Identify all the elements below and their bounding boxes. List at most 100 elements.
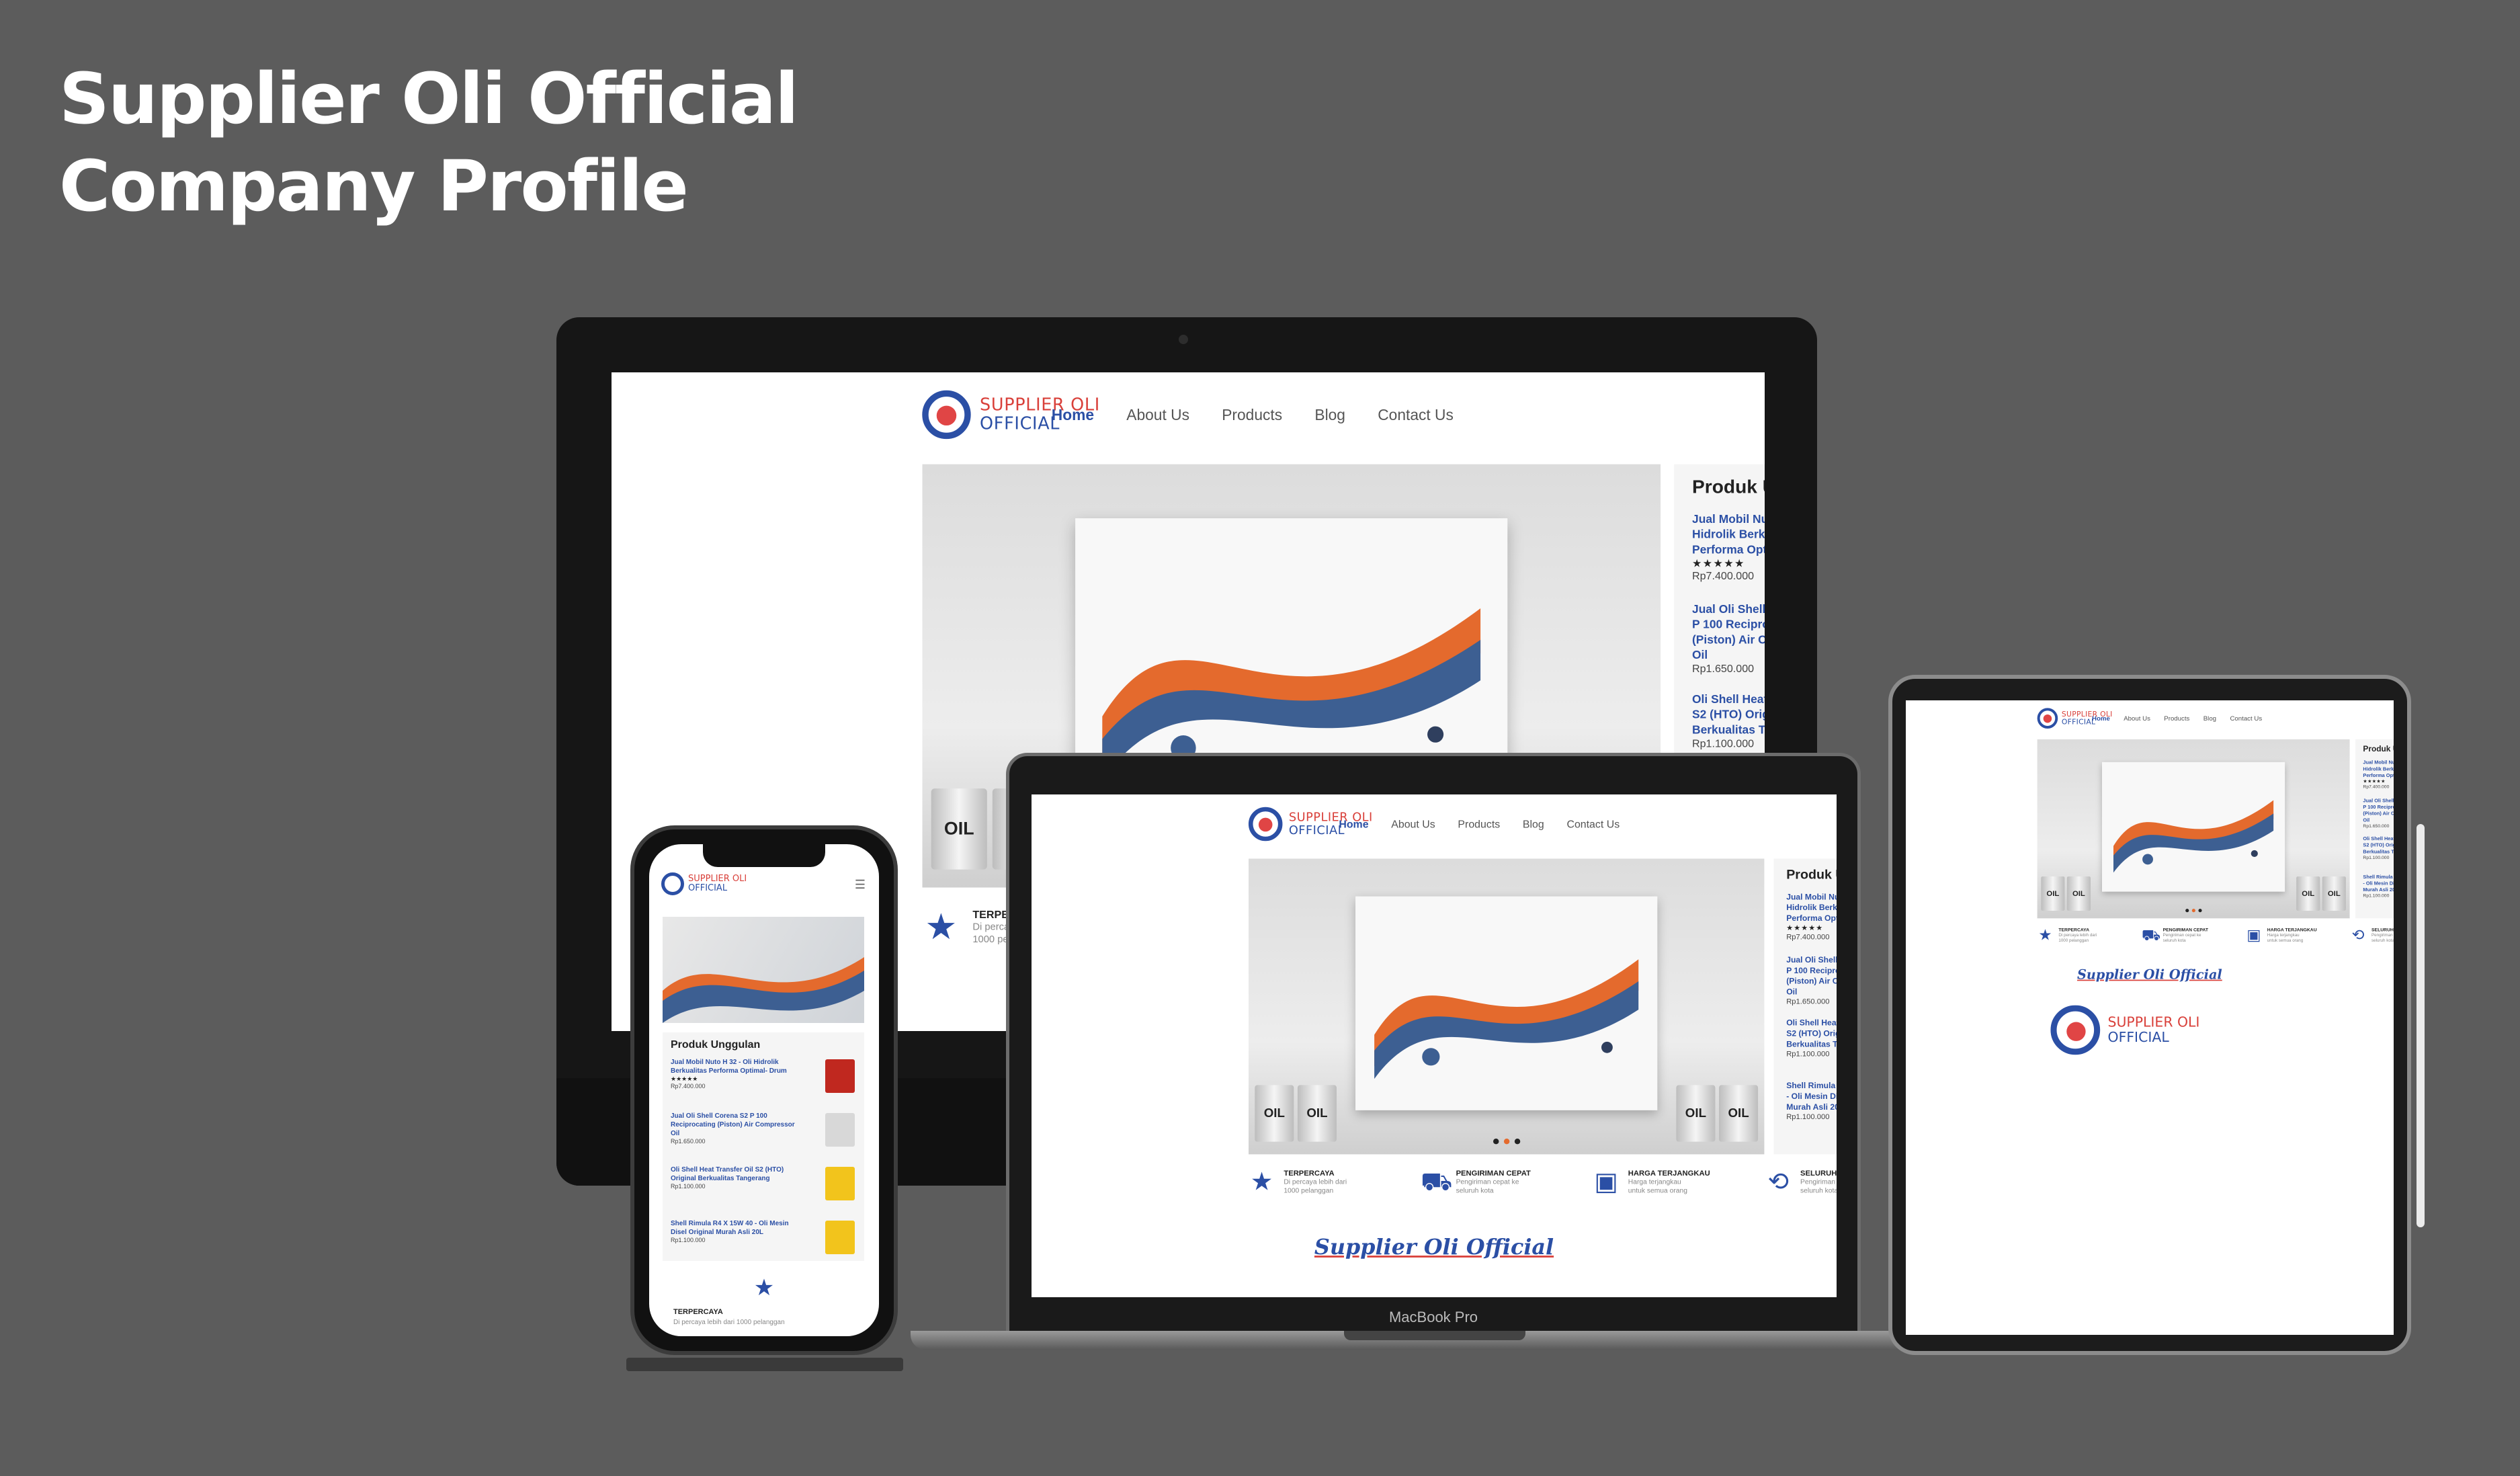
slider-dot-active[interactable] xyxy=(1503,1138,1509,1145)
product-item[interactable]: Jual Oli Shell Corena S2 P 100 Reciproca… xyxy=(2355,795,2394,833)
product-item[interactable]: Shell Rimula R4 X 15W 40 - Oli Mesin Dis… xyxy=(2355,871,2394,909)
product-name[interactable]: Oli Shell Heat Transfer Oil S2 (HTO) Ori… xyxy=(1692,691,1765,737)
product-thumbnail[interactable] xyxy=(825,1167,855,1200)
sidebar-title: Produk Unggulan xyxy=(2363,744,2394,753)
product-name[interactable]: Shell Rimula R4 X 15W 40 - Oli Mesin Dis… xyxy=(2363,873,2394,893)
nav-contact[interactable]: Contact Us xyxy=(1378,407,1454,425)
feature-trusted: ★ TERPERCAYA Di percaya lebih dari 1000 … xyxy=(1249,1169,1421,1195)
feature-title: SELURUH KOTA xyxy=(1800,1168,1837,1178)
nav-about[interactable]: About Us xyxy=(1126,407,1189,425)
nav-about[interactable]: About Us xyxy=(1391,819,1435,831)
nav-blog[interactable]: Blog xyxy=(2203,715,2216,723)
product-item[interactable]: Jual Mobil Nuto H 32 - Oli Hidrolik Berk… xyxy=(1773,888,1837,951)
product-name[interactable]: Jual Oli Shell Corena S2 P 100 Reciproca… xyxy=(2363,797,2394,823)
product-name[interactable]: Oli Shell Heat Transfer Oil S2 (HTO) Ori… xyxy=(2363,835,2394,855)
product-item[interactable]: Oli Shell Heat Transfer Oil S2 (HTO) Ori… xyxy=(663,1161,864,1215)
product-name[interactable]: Jual Oli Shell Corena S2 P 100 Reciproca… xyxy=(671,1112,805,1138)
product-item[interactable]: Jual Mobil Nuto H 32 - Oli Hidrolik Berk… xyxy=(1674,505,1765,596)
hero-slider[interactable]: OIL OIL OIL OIL xyxy=(2037,739,2350,919)
product-item[interactable]: Oli Shell Heat Transfer Oil S2 (HTO) Ori… xyxy=(1773,1014,1837,1077)
feature-desc: Di percaya lebih dari 1000 pelanggan xyxy=(2058,932,2097,943)
oil-barrel: OIL xyxy=(2322,876,2346,911)
product-name[interactable]: Jual Oli Shell Corena S2 P 100 Reciproca… xyxy=(1786,954,1837,997)
feature-all-cities: ⟲ SELURUH KOTA Pengiriman tersedia di se… xyxy=(2350,927,2394,943)
product-thumbnail[interactable] xyxy=(825,1221,855,1254)
product-name[interactable]: Oli Shell Heat Transfer Oil S2 (HTO) Ori… xyxy=(1786,1017,1837,1049)
about-logo: SUPPLIER OLI OFFICIAL xyxy=(2050,1005,2199,1055)
oil-barrel: OIL xyxy=(1676,1085,1716,1142)
product-name[interactable]: Oli Shell Heat Transfer Oil S2 (HTO) Ori… xyxy=(671,1165,805,1183)
site-header: SUPPLIER OLI OFFICIAL Home About Us Prod… xyxy=(612,372,1764,471)
oil-splash-illustration xyxy=(1374,959,1639,1079)
nav-products[interactable]: Products xyxy=(2164,715,2189,723)
product-item[interactable]: Jual Oli Shell Corena S2 P 100 Reciproca… xyxy=(663,1108,864,1161)
feature-fast-delivery: ⛟ PENGIRIMAN CEPAT Pengiriman cepat ke s… xyxy=(1421,1169,1593,1195)
laptop-model-label: MacBook Pro xyxy=(1388,1309,1478,1325)
feature-desc: Di percaya lebih dari 1000 pelanggan xyxy=(1284,1178,1347,1195)
product-price: Rp1.100.000 xyxy=(1786,1049,1830,1059)
hero-slider[interactable]: OIL OIL OIL OIL xyxy=(1248,858,1765,1155)
nav-products[interactable]: Products xyxy=(1222,407,1282,425)
product-item[interactable]: Oli Shell Heat Transfer Oil S2 (HTO) Ori… xyxy=(2355,833,2394,871)
product-name[interactable]: Jual Mobil Nuto H 32 - Oli Hidrolik Berk… xyxy=(1692,511,1765,557)
feature-desc: Harga terjangkau untuk semua orang xyxy=(2267,932,2304,943)
phone-screen: SUPPLIER OLI OFFICIAL ☰ Produk Unggulan … xyxy=(649,844,879,1336)
laptop-device: SUPPLIER OLI OFFICIAL Home About Us Prod… xyxy=(1006,753,1861,1336)
product-item[interactable]: Jual Mobil Nuto H 32 - Oli Hidrolik Berk… xyxy=(2355,757,2394,795)
slider-dot[interactable] xyxy=(1514,1138,1520,1145)
nav-products[interactable]: Products xyxy=(1458,819,1500,831)
nav-blog[interactable]: Blog xyxy=(1523,819,1544,831)
product-thumbnail[interactable] xyxy=(825,1059,855,1093)
nav-about[interactable]: About Us xyxy=(2124,715,2150,723)
feature-title: TERPERCAYA xyxy=(2058,927,2090,933)
route-icon: ⟲ xyxy=(1767,1167,1789,1196)
feature-title: SELURUH KOTA xyxy=(2371,927,2394,933)
product-name[interactable]: Jual Mobil Nuto H 32 - Oli Hidrolik Berk… xyxy=(2363,759,2394,778)
nav-home[interactable]: Home xyxy=(2092,715,2110,723)
slider-dot[interactable] xyxy=(1493,1138,1499,1145)
feature-desc: Pengiriman cepat ke seluruh kota xyxy=(1456,1178,1519,1195)
logo-line-2: OFFICIAL xyxy=(2107,1029,2169,1046)
main-nav: Home About Us Products Blog Contact Us xyxy=(1339,819,1620,831)
product-name[interactable]: Jual Mobil Nuto H 32 - Oli Hidrolik Berk… xyxy=(671,1058,805,1075)
feature-title: TERPERCAYA xyxy=(673,1308,723,1316)
product-item[interactable]: Jual Oli Shell Corena S2 P 100 Reciproca… xyxy=(1674,596,1765,686)
product-price: Rp1.100.000 xyxy=(2363,854,2390,860)
feature-title: HARGA TERJANGKAU xyxy=(2267,927,2317,933)
slider-dot-active[interactable] xyxy=(2191,909,2195,913)
product-name[interactable]: Shell Rimula R4 X 15W 40 - Oli Mesin Dis… xyxy=(671,1219,805,1237)
tablet-device: SUPPLIER OLI OFFICIAL Home About Us Prod… xyxy=(1888,675,2411,1355)
nav-home[interactable]: Home xyxy=(1339,819,1368,831)
website-page: SUPPLIER OLI OFFICIAL Home About Us Prod… xyxy=(1906,700,2394,1055)
nav-contact[interactable]: Contact Us xyxy=(1566,819,1620,831)
slider-dots xyxy=(2038,909,2350,913)
logo-gear-icon xyxy=(1248,807,1283,842)
phone-logo[interactable]: SUPPLIER OLI OFFICIAL xyxy=(661,872,747,895)
nav-contact[interactable]: Contact Us xyxy=(2230,715,2262,723)
feature-affordable: ▣ HARGA TERJANGKAU Harga terjangkau untu… xyxy=(2246,927,2350,943)
sidebar-title: Produk Unggulan xyxy=(1692,477,1765,498)
wallet-icon: ▣ xyxy=(2246,926,2261,944)
nav-blog[interactable]: Blog xyxy=(1314,407,1345,425)
product-item[interactable]: Jual Mobil Nuto H 32 - Oli Hidrolik Berk… xyxy=(663,1054,864,1108)
slider-dot[interactable] xyxy=(2198,909,2202,913)
rating-stars: ★★★★★ xyxy=(2363,778,2386,784)
slider-dot[interactable] xyxy=(2185,909,2189,913)
product-item[interactable]: Jual Oli Shell Corena S2 P 100 Reciproca… xyxy=(1773,950,1837,1014)
hamburger-icon[interactable]: ☰ xyxy=(855,878,866,892)
nav-home[interactable]: Home xyxy=(1052,407,1094,425)
logo-line-1: SUPPLIER OLI xyxy=(688,874,747,884)
product-item[interactable]: Shell Rimula R4 X 15W 40 - Oli Mesin Dis… xyxy=(1773,1076,1837,1139)
product-name[interactable]: Jual Oli Shell Corena S2 P 100 Reciproca… xyxy=(1692,601,1765,662)
feature-desc: Pengiriman cepat ke seluruh kota xyxy=(2162,932,2201,943)
product-name[interactable]: Jual Mobil Nuto H 32 - Oli Hidrolik Berk… xyxy=(1786,891,1837,924)
oil-barrel: OIL xyxy=(2296,876,2320,911)
headline-line-1: Supplier Oli Official xyxy=(59,58,799,140)
feature-affordable: ▣ HARGA TERJANGKAU Harga terjangkau untu… xyxy=(1593,1169,1765,1195)
oil-barrel: OIL xyxy=(1255,1085,1294,1142)
product-item[interactable]: Shell Rimula R4 X 15W 40 - Oli Mesin Dis… xyxy=(663,1215,864,1269)
product-thumbnail[interactable] xyxy=(825,1113,855,1147)
featured-products: Produk Unggulan Jual Mobil Nuto H 32 - O… xyxy=(1773,858,1837,1155)
product-price: Rp1.650.000 xyxy=(1786,997,1830,1006)
product-name[interactable]: Shell Rimula R4 X 15W 40 - Oli Mesin Dis… xyxy=(1786,1080,1837,1112)
